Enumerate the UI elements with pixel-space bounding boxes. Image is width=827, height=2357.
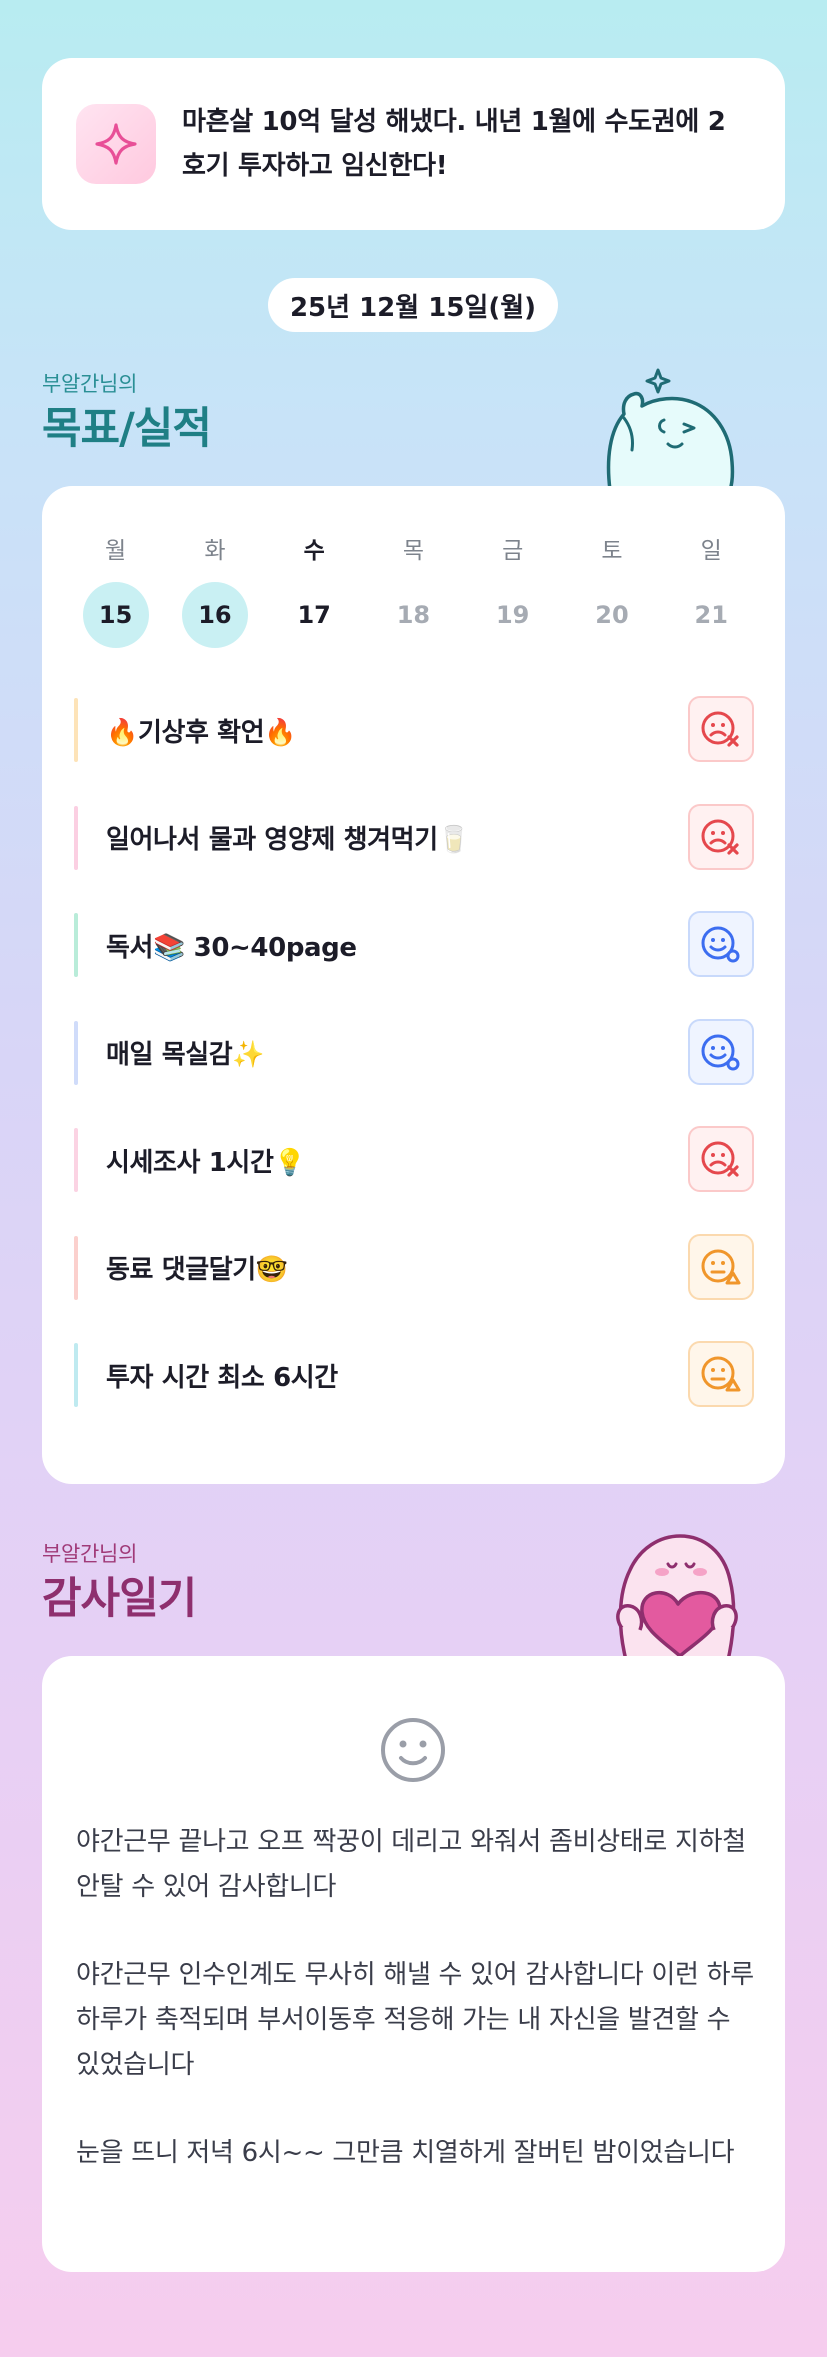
day-date: 16 <box>181 582 248 648</box>
task-item[interactable]: 독서📚 30~40page <box>74 911 754 979</box>
day-name: 토 <box>601 538 623 564</box>
mascot-heart-icon <box>616 1534 738 1660</box>
task-label: 투자 시간 최소 6시간 <box>106 1362 338 1393</box>
day-column[interactable]: 목 18 <box>364 536 463 648</box>
day-column[interactable]: 월 15 <box>66 536 165 648</box>
task-label: 시세조사 1시간💡 <box>106 1147 306 1178</box>
status-fail-icon[interactable] <box>688 1126 754 1192</box>
task-label: 매일 목실감✨ <box>106 1040 265 1070</box>
day-date: 17 <box>297 601 331 629</box>
task-color-bar <box>74 1235 78 1300</box>
day-column-today[interactable]: 수 17 <box>265 536 364 648</box>
day-column[interactable]: 토 20 <box>562 536 661 648</box>
task-label: 동료 댓글달기🤓 <box>106 1255 288 1285</box>
goals-section-title: 목표/실적 <box>42 404 212 454</box>
status-partial-icon[interactable] <box>688 1233 754 1300</box>
thanks-section-title: 감사일기 <box>42 1574 197 1624</box>
day-column[interactable]: 일 21 <box>662 536 761 648</box>
status-partial-icon[interactable] <box>688 1341 754 1407</box>
gratitude-entry: 야간근무 인수인계도 무사히 해낼 수 있어 감사합니다 이런 하루하루가 축적… <box>76 1960 754 2080</box>
day-name: 일 <box>700 538 722 564</box>
day-column[interactable]: 금 19 <box>463 536 562 648</box>
task-color-bar <box>74 1343 78 1407</box>
day-name: 월 <box>105 538 127 564</box>
smile-icon <box>381 1718 445 1782</box>
day-column[interactable]: 화 16 <box>165 536 264 648</box>
day-date: 15 <box>82 582 149 648</box>
task-list: 🔥기상후 확언🔥 일어나서 물과 영양제 챙겨먹기🥛 독서📚 30~40page… <box>74 696 754 1449</box>
gratitude-entry: 야간근무 끝나고 오프 짝꿍이 데리고 와줘서 좀비상태로 지하철 안탈 수 있… <box>76 1827 746 1902</box>
goal-text: 마흔살 10억 달성 해냈다. 내년 1월에 수도권에 2호기 투자하고 임신한… <box>182 107 726 181</box>
task-color-bar <box>74 805 78 870</box>
gratitude-diary-card: 야간근무 끝나고 오프 짝꿍이 데리고 와줘서 좀비상태로 지하철 안탈 수 있… <box>42 1656 785 2272</box>
status-success-icon[interactable] <box>688 911 754 977</box>
mascot-ghost-icon <box>606 368 735 490</box>
week-calendar: 월 15 화 16 수 17 목 18 금 19 토 20 일 21 <box>66 536 761 648</box>
date-selector[interactable]: 25년 12월 15일(월) <box>268 278 558 332</box>
goals-card: 월 15 화 16 수 17 목 18 금 19 토 20 일 21 🔥기상후 … <box>42 486 785 1484</box>
day-date: 19 <box>495 601 530 629</box>
task-item[interactable]: 매일 목실감✨ <box>74 1018 754 1087</box>
task-item[interactable]: 🔥기상후 확언🔥 <box>74 696 754 764</box>
task-item[interactable]: 동료 댓글달기🤓 <box>74 1233 754 1302</box>
task-color-bar <box>74 698 78 762</box>
day-name: 금 <box>502 538 524 564</box>
task-color-bar <box>74 913 78 977</box>
status-fail-icon[interactable] <box>688 696 754 762</box>
day-name: 수 <box>303 538 325 564</box>
task-color-bar <box>74 1128 78 1192</box>
status-fail-icon[interactable] <box>688 803 754 870</box>
day-name: 화 <box>204 538 226 564</box>
gratitude-entry: 눈을 뜨니 저녁 6시~~ 그만큼 치열하게 잘버틴 밤이었습니다 <box>76 2138 735 2168</box>
task-item[interactable]: 시세조사 1시간💡 <box>74 1126 754 1194</box>
status-success-icon[interactable] <box>688 1018 754 1085</box>
gratitude-entries: 야간근무 끝나고 오프 짝꿍이 데리고 와줘서 좀비상태로 지하철 안탈 수 있… <box>76 1820 756 2219</box>
day-date: 21 <box>694 601 728 629</box>
day-date: 20 <box>595 601 629 629</box>
task-label: 독서📚 30~40page <box>106 932 357 963</box>
day-name: 목 <box>402 538 425 564</box>
task-label: 일어나서 물과 영양제 챙겨먹기🥛 <box>106 825 470 855</box>
task-label: 🔥기상후 확언🔥 <box>106 717 297 748</box>
sparkle-icon <box>76 104 156 184</box>
day-date: 18 <box>396 601 431 629</box>
task-color-bar <box>74 1020 78 1085</box>
task-item[interactable]: 투자 시간 최소 6시간 <box>74 1341 754 1409</box>
goal-banner: 마흔살 10억 달성 해냈다. 내년 1월에 수도권에 2호기 투자하고 임신한… <box>42 58 785 230</box>
task-item[interactable]: 일어나서 물과 영양제 챙겨먹기🥛 <box>74 803 754 872</box>
